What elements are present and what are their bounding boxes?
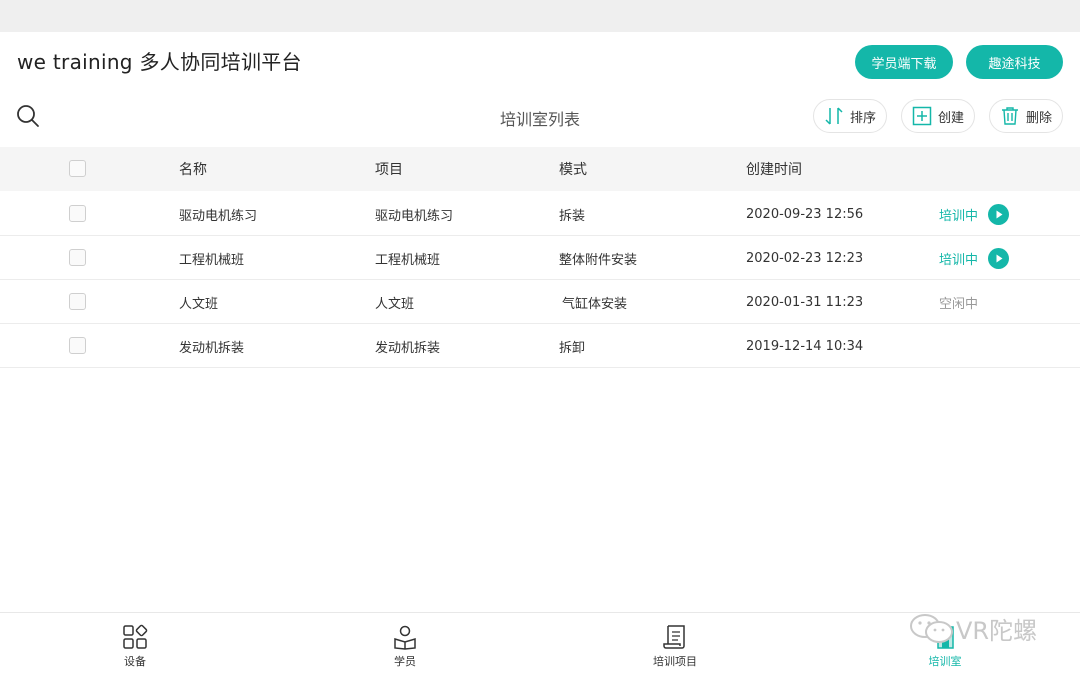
grid-icon <box>123 624 148 649</box>
room-project: 驱动电机练习 <box>375 208 454 224</box>
room-status: 培训中 <box>939 236 1010 280</box>
play-icon[interactable] <box>988 203 1010 225</box>
room-mode: 整体附件安装 <box>559 252 638 268</box>
column-name[interactable]: 名称 <box>179 147 207 191</box>
play-icon[interactable] <box>988 247 1010 269</box>
trash-icon <box>1002 107 1018 125</box>
room-created-time: 2020-01-31 11:23 <box>746 294 864 310</box>
row-checkbox[interactable] <box>69 337 86 354</box>
room-mode: 拆装 <box>559 208 586 224</box>
table-row[interactable]: 人文班 人文班 气缸体安装 2020-01-31 11:23 空闲中 <box>0 280 1080 324</box>
column-project[interactable]: 项目 <box>375 147 403 191</box>
room-project: 人文班 <box>375 296 415 312</box>
table-row[interactable]: 发动机拆装 发动机拆装 拆卸 2019-12-14 10:34 <box>0 324 1080 368</box>
company-button[interactable]: 趣途科技 <box>966 45 1063 79</box>
table-row[interactable]: 驱动电机练习 驱动电机练习 拆装 2020-09-23 12:56 培训中 <box>0 192 1080 236</box>
column-mode[interactable]: 模式 <box>559 147 587 191</box>
room-created-time: 2020-09-23 12:56 <box>746 206 864 222</box>
select-all-checkbox[interactable] <box>69 160 86 177</box>
sort-button[interactable]: 排序 <box>813 99 887 133</box>
nav-label-students: 学员 <box>394 655 416 668</box>
column-created-time[interactable]: 创建时间 <box>746 147 802 191</box>
watermark: VR陀螺 <box>908 611 1037 646</box>
app-title: we training 多人协同培训平台 <box>17 50 302 74</box>
room-status: 空闲中 <box>939 296 979 312</box>
watermark-text: VR陀螺 <box>956 617 1038 645</box>
sort-label: 排序 <box>850 110 877 126</box>
nav-item-devices[interactable]: 设备 <box>75 613 195 675</box>
room-project: 工程机械班 <box>375 252 441 268</box>
status-bar <box>0 0 1080 32</box>
row-checkbox[interactable] <box>69 249 86 266</box>
room-status: 培训中 <box>939 192 1010 236</box>
nav-label-projects: 培训项目 <box>653 655 697 668</box>
sort-icon <box>825 107 843 125</box>
wechat-icon <box>910 613 953 643</box>
nav-label-rooms: 培训室 <box>928 655 962 668</box>
row-checkbox[interactable] <box>69 205 86 222</box>
room-name: 人文班 <box>179 296 219 312</box>
nav-item-projects[interactable]: 培训项目 <box>615 613 735 675</box>
room-project: 发动机拆装 <box>375 340 441 356</box>
download-student-app-button[interactable]: 学员端下载 <box>855 45 953 79</box>
add-icon <box>912 106 932 126</box>
table-row[interactable]: 工程机械班 工程机械班 整体附件安装 2020-02-23 12:23 培训中 <box>0 236 1080 280</box>
room-name: 工程机械班 <box>179 252 245 268</box>
person-book-icon <box>394 625 416 650</box>
room-name: 驱动电机练习 <box>179 208 258 224</box>
row-checkbox[interactable] <box>69 293 86 310</box>
status-text: 培训中 <box>939 252 979 268</box>
room-name: 发动机拆装 <box>179 340 245 356</box>
room-created-time: 2019-12-14 10:34 <box>746 338 864 354</box>
status-text: 培训中 <box>939 208 979 224</box>
room-mode: 拆卸 <box>559 340 586 356</box>
nav-item-students[interactable]: 学员 <box>345 613 465 675</box>
scroll-icon <box>663 625 685 649</box>
delete-label: 删除 <box>1026 110 1053 126</box>
create-button[interactable]: 创建 <box>901 99 975 133</box>
nav-label-devices: 设备 <box>124 655 146 668</box>
create-label: 创建 <box>938 110 965 126</box>
room-created-time: 2020-02-23 12:23 <box>746 250 864 266</box>
room-mode: 气缸体安装 <box>562 296 628 312</box>
delete-button[interactable]: 删除 <box>989 99 1063 133</box>
table-header: 名称 项目 模式 创建时间 <box>0 147 1080 191</box>
